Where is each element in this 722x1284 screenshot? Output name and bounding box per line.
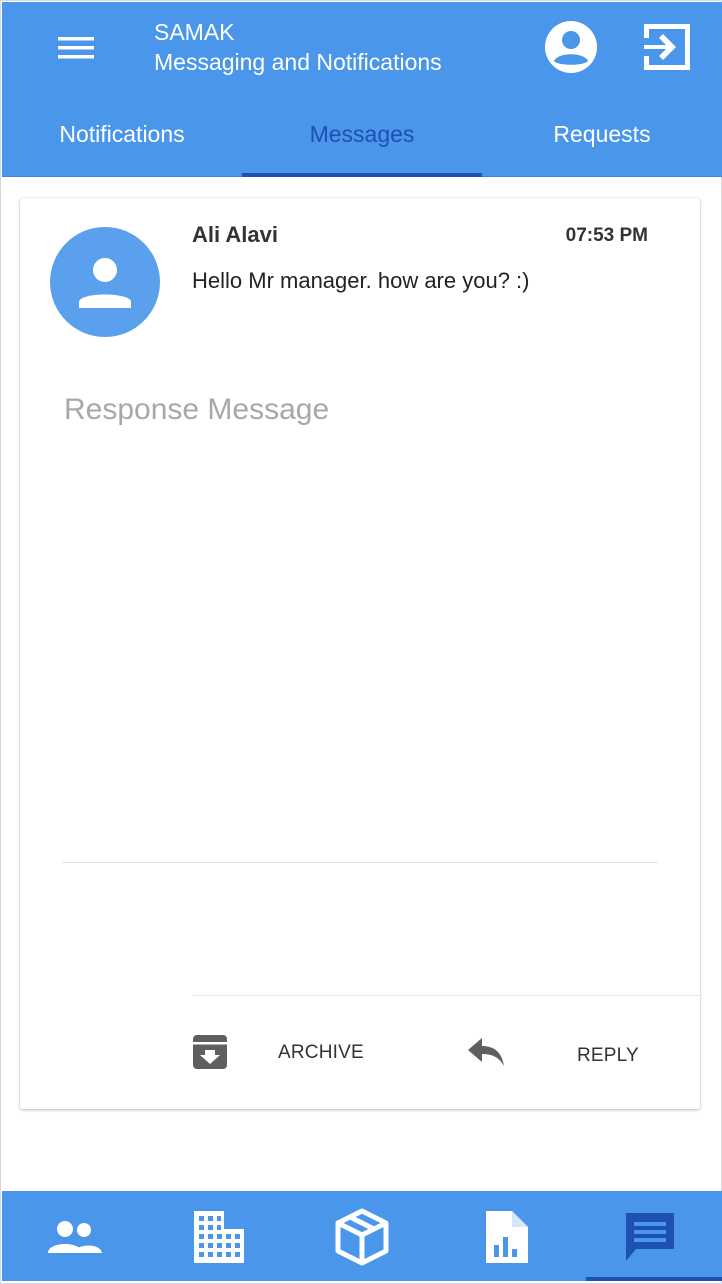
- sender-name: Ali Alavi: [192, 222, 278, 247]
- nav-reports[interactable]: [434, 1191, 578, 1281]
- tab-requests[interactable]: Requests: [482, 90, 722, 177]
- account-circle-icon: [545, 21, 597, 73]
- actions-divider: [192, 995, 700, 996]
- header-titles: SAMAK Messaging and Notifications: [154, 18, 442, 78]
- archive-button[interactable]: ARCHIVE: [192, 1034, 392, 1074]
- exit-to-app-icon: [644, 24, 690, 70]
- message-time: 07:53 PM: [565, 225, 648, 246]
- menu-button[interactable]: [54, 30, 98, 66]
- message-icon: [626, 1213, 674, 1261]
- tab-notifications[interactable]: Notifications: [2, 90, 242, 177]
- package-icon: [335, 1208, 389, 1266]
- response-message-input[interactable]: [62, 393, 658, 863]
- tab-messages[interactable]: Messages: [242, 90, 482, 177]
- reply-icon: [468, 1038, 504, 1066]
- active-tab-indicator: [242, 173, 482, 177]
- nav-people[interactable]: [2, 1191, 146, 1281]
- reply-button[interactable]: REPLY: [466, 1034, 666, 1074]
- bottom-navigation: [2, 1191, 722, 1281]
- logout-button[interactable]: [640, 20, 694, 74]
- active-nav-indicator: [586, 1277, 722, 1281]
- archive-label: ARCHIVE: [278, 1042, 364, 1063]
- app-bar: SAMAK Messaging and Notifications: [2, 2, 722, 90]
- message-card: Ali Alavi 07:53 PM Hello Mr manager. how…: [20, 198, 700, 1109]
- message-text: Hello Mr manager. how are you? :): [192, 268, 530, 293]
- app-frame: SAMAK Messaging and Notifications Notifi…: [0, 0, 722, 1284]
- building-icon: [194, 1211, 244, 1263]
- person-icon: [79, 258, 131, 308]
- page-title: Messaging and Notifications: [154, 49, 442, 75]
- nav-messages[interactable]: [578, 1191, 722, 1281]
- tab-bar: Notifications Messages Requests: [2, 90, 722, 177]
- reply-label: REPLY: [577, 1045, 639, 1066]
- report-chart-icon: [486, 1211, 528, 1263]
- avatar: [50, 227, 160, 337]
- nav-packages[interactable]: [290, 1191, 434, 1281]
- hamburger-menu-icon: [58, 37, 94, 59]
- nav-buildings[interactable]: [146, 1191, 290, 1281]
- app-name: SAMAK: [154, 19, 235, 45]
- account-button[interactable]: [544, 20, 598, 74]
- archive-icon: [193, 1035, 227, 1069]
- people-icon: [48, 1221, 102, 1253]
